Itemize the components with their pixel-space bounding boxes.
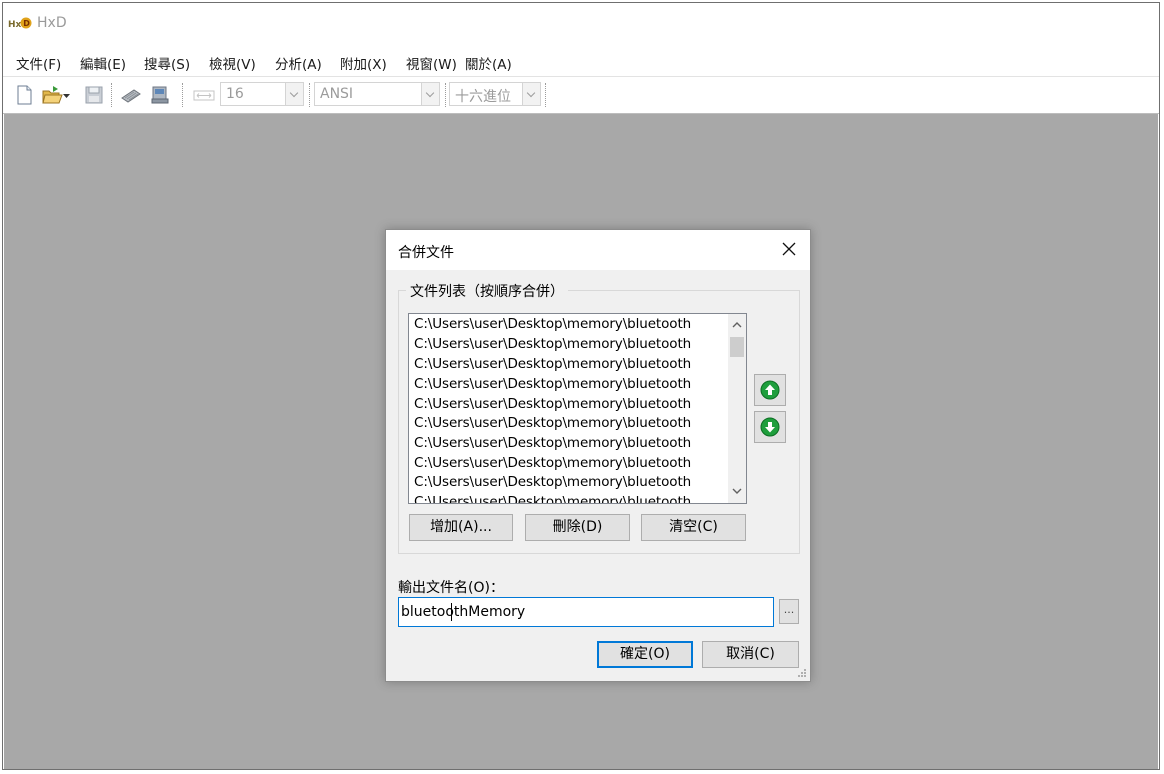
open-folder-icon[interactable] [41, 84, 63, 106]
list-item[interactable]: C:\Users\user\Desktop\memory\bluetooth [414, 395, 722, 414]
add-file-button[interactable]: 增加(A)... [409, 514, 513, 541]
resize-grip-icon[interactable] [797, 668, 807, 678]
hxd-logo-icon: Hx D [8, 17, 32, 30]
menu-window[interactable]: 視窗(W) [406, 53, 457, 73]
chevron-down-icon[interactable] [421, 83, 439, 105]
bytes-per-row-combo[interactable]: 16 [220, 82, 304, 106]
new-file-icon[interactable] [13, 84, 35, 106]
list-item[interactable]: C:\Users\user\Desktop\memory\bluetooth [414, 414, 722, 433]
toolbar-separator [309, 83, 310, 107]
chevron-down-icon[interactable] [522, 83, 540, 105]
list-item[interactable]: C:\Users\user\Desktop\memory\bluetooth [414, 434, 722, 453]
svg-text:Hx: Hx [8, 20, 22, 30]
list-item[interactable]: C:\Users\user\Desktop\memory\bluetooth [414, 493, 722, 503]
list-item[interactable]: C:\Users\user\Desktop\memory\bluetooth [414, 315, 722, 334]
toolbar-separator [111, 83, 112, 107]
title-bar: Hx D HxD [3, 3, 1159, 43]
disk-icon[interactable] [149, 84, 171, 106]
list-item[interactable]: C:\Users\user\Desktop\memory\bluetooth [414, 375, 722, 394]
browse-button[interactable]: ... [779, 599, 799, 624]
ram-icon[interactable] [120, 84, 142, 106]
bytes-per-row-value: 16 [226, 86, 244, 102]
clear-list-button[interactable]: 清空(C) [641, 514, 746, 541]
menu-analysis[interactable]: 分析(A) [275, 53, 322, 73]
save-icon[interactable] [83, 84, 105, 106]
svg-text:D: D [23, 19, 30, 28]
list-item[interactable]: C:\Users\user\Desktop\memory\bluetooth [414, 454, 722, 473]
open-dropdown-icon[interactable] [62, 84, 72, 106]
ok-button[interactable]: 確定(O) [597, 641, 693, 668]
cancel-button[interactable]: 取消(C) [702, 641, 799, 668]
menu-view[interactable]: 檢視(V) [209, 53, 256, 73]
merge-files-dialog: 合併文件 文件列表（按順序合併） C:\Users\user\Desktop\m… [385, 229, 811, 682]
menu-about[interactable]: 關於(A) [465, 53, 512, 73]
offset-base-combo[interactable]: 十六進位 [449, 82, 541, 106]
bytes-per-row-icon [193, 90, 215, 101]
move-down-button[interactable] [754, 411, 786, 443]
text-cursor [451, 603, 452, 621]
output-filename-label: 輸出文件名(O)： [398, 580, 504, 596]
offset-base-value: 十六進位 [455, 89, 511, 105]
file-list-scrollbar[interactable] [728, 314, 746, 503]
dialog-title: 合併文件 [398, 245, 454, 261]
menu-edit[interactable]: 編輯(E) [80, 53, 126, 73]
list-item[interactable]: C:\Users\user\Desktop\memory\bluetooth [414, 355, 722, 374]
toolbar-separator [545, 83, 546, 107]
scroll-up-icon[interactable] [731, 319, 743, 331]
list-item[interactable]: C:\Users\user\Desktop\memory\bluetooth [414, 473, 722, 492]
arrow-down-icon [760, 417, 780, 437]
arrow-up-icon [760, 380, 780, 400]
toolbar-separator [182, 83, 183, 107]
charset-value: ANSI [320, 86, 354, 102]
list-item[interactable]: C:\Users\user\Desktop\memory\bluetooth [414, 335, 722, 354]
dialog-title-bar: 合併文件 [386, 230, 810, 270]
menu-extras[interactable]: 附加(X) [340, 53, 387, 73]
file-list-group-label: 文件列表（按順序合併） [406, 281, 568, 301]
delete-file-button[interactable]: 刪除(D) [525, 514, 630, 541]
scroll-down-icon[interactable] [731, 485, 743, 497]
app-title: HxD [37, 15, 67, 31]
scroll-thumb[interactable] [730, 337, 744, 357]
output-filename-input[interactable] [398, 597, 774, 627]
charset-combo[interactable]: ANSI [314, 82, 440, 106]
move-up-button[interactable] [754, 374, 786, 406]
toolbar: 16 ANSI 十六進位 [3, 76, 1159, 114]
menu-search[interactable]: 搜尋(S) [144, 53, 190, 73]
menu-bar: 文件(F) 編輯(E) 搜尋(S) 檢視(V) 分析(A) 附加(X) 視窗(W… [3, 49, 1159, 73]
close-icon[interactable] [780, 240, 798, 258]
toolbar-separator [445, 83, 446, 107]
file-listbox[interactable]: C:\Users\user\Desktop\memory\bluetooth C… [408, 313, 747, 504]
chevron-down-icon[interactable] [285, 83, 303, 105]
menu-file[interactable]: 文件(F) [16, 53, 61, 73]
